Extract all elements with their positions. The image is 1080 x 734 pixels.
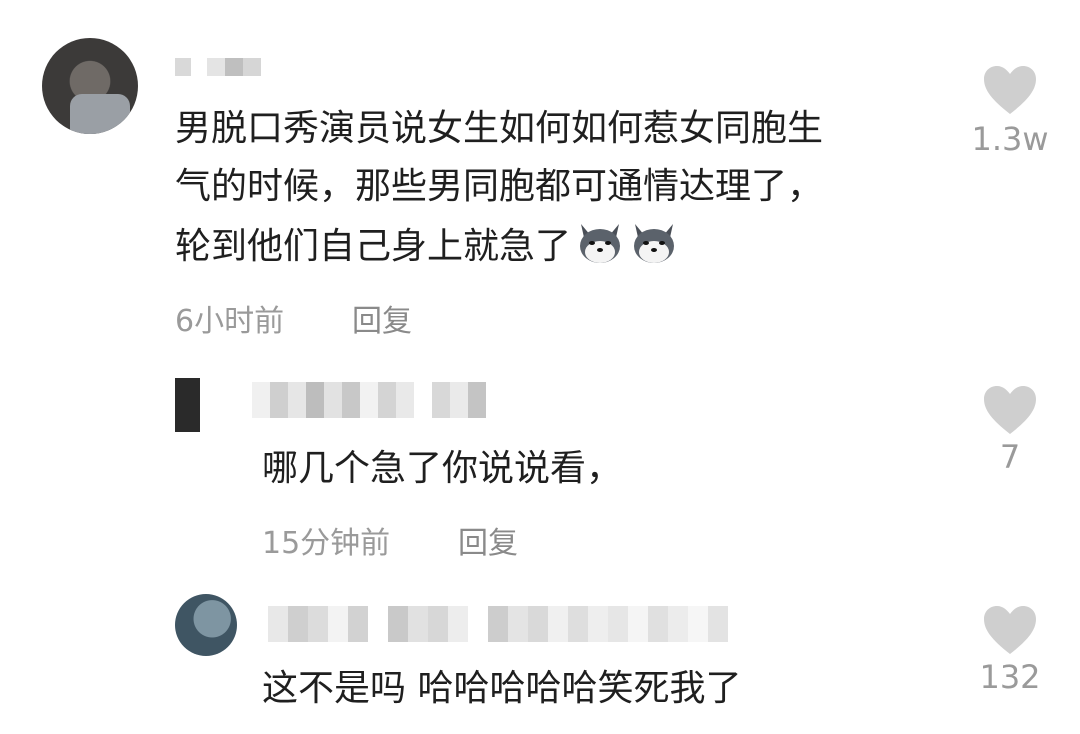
reply-text: 哪几个急了你说说看， — [262, 448, 623, 489]
reply-text: 这不是吗 哈哈哈哈哈笑死我了 — [262, 668, 742, 709]
reply-username[interactable] — [252, 382, 486, 418]
comment-line: 气的时候，那些男同胞都可通情达理了， — [175, 166, 824, 207]
commenter-avatar[interactable] — [42, 38, 138, 134]
reply-time: 15分钟前 — [262, 526, 391, 561]
comment-line: 轮到他们自己身上就急了 — [175, 216, 955, 276]
like-count: 132 — [979, 658, 1041, 696]
reply-avatar[interactable] — [175, 378, 231, 432]
like-heart-icon[interactable] — [982, 604, 1038, 656]
reply-username[interactable] — [268, 606, 728, 642]
comment-text: 男脱口秀演员说女生如何如何惹女同胞生 气的时候，那些男同胞都可通情达理了， 轮到… — [175, 100, 955, 276]
reply-button[interactable]: 回复 — [458, 518, 518, 562]
like-count: 1.3w — [971, 120, 1049, 158]
reply-button[interactable]: 回复 — [352, 296, 412, 340]
comment-line: 男脱口秀演员说女生如何如何惹女同胞生 — [175, 108, 824, 149]
reply-avatar[interactable] — [175, 594, 237, 656]
commenter-username[interactable] — [175, 58, 261, 76]
husky-dog-face-icon — [580, 224, 621, 263]
like-count: 7 — [999, 438, 1021, 476]
like-heart-icon[interactable] — [982, 384, 1038, 436]
like-heart-icon[interactable] — [982, 64, 1038, 116]
comment-time: 6小时前 — [175, 304, 285, 339]
husky-dog-face-icon — [634, 224, 675, 263]
